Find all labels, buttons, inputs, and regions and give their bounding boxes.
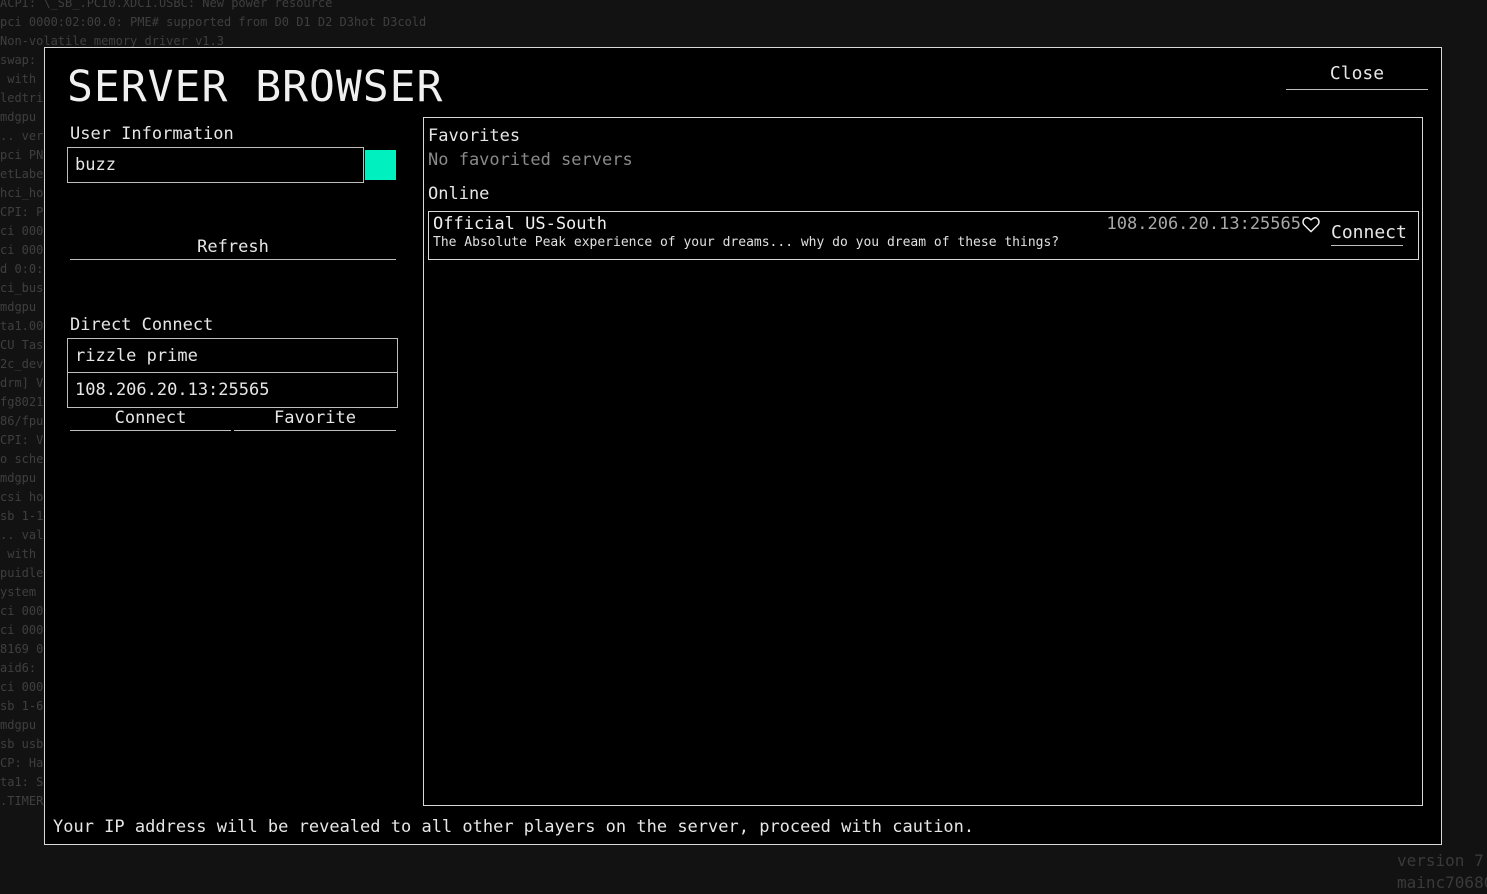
heart-outline-icon[interactable]	[1302, 216, 1320, 233]
log-line: pci 0000:02:00.0: PME# supported from D0…	[0, 15, 427, 29]
close-button[interactable]: Close	[1286, 61, 1428, 90]
version-line: version 7	[1397, 851, 1484, 870]
user-color-swatch[interactable]	[365, 150, 396, 180]
user-information-label: User Information	[70, 124, 234, 144]
dialog-title: SERVER BROWSER	[67, 62, 444, 112]
log-line: ACPI: \_SB_.PCI0.XDC1.USBC: New power re…	[0, 0, 333, 10]
server-name-input[interactable]	[68, 339, 397, 373]
username-input[interactable]	[67, 147, 364, 183]
direct-connect-label: Direct Connect	[70, 315, 214, 335]
no-favorites-text: No favorited servers	[428, 150, 633, 170]
server-description: The Absolute Peak experience of your dre…	[433, 235, 1060, 250]
version-text: version 7 mainc70680c	[1397, 850, 1487, 894]
online-label: Online	[428, 184, 490, 204]
server-list-panel: Favorites No favorited servers Online Of…	[423, 117, 1423, 806]
favorites-label: Favorites	[428, 126, 521, 146]
server-list-item[interactable]: Official US-South The Absolute Peak expe…	[428, 211, 1419, 260]
favorite-button[interactable]: Favorite	[234, 406, 396, 431]
direct-connect-button[interactable]: Connect	[70, 406, 231, 431]
server-address-input[interactable]	[68, 373, 397, 407]
ip-warning-text: Your IP address will be revealed to all …	[53, 817, 975, 837]
refresh-button[interactable]: Refresh	[70, 235, 396, 260]
direct-connect-form	[67, 338, 398, 408]
server-browser-dialog: SERVER BROWSER Close User Information Re…	[44, 47, 1442, 845]
server-address: 108.206.20.13:25565	[1106, 214, 1301, 234]
server-name: Official US-South	[433, 214, 607, 234]
server-connect-button[interactable]: Connect	[1331, 221, 1407, 246]
